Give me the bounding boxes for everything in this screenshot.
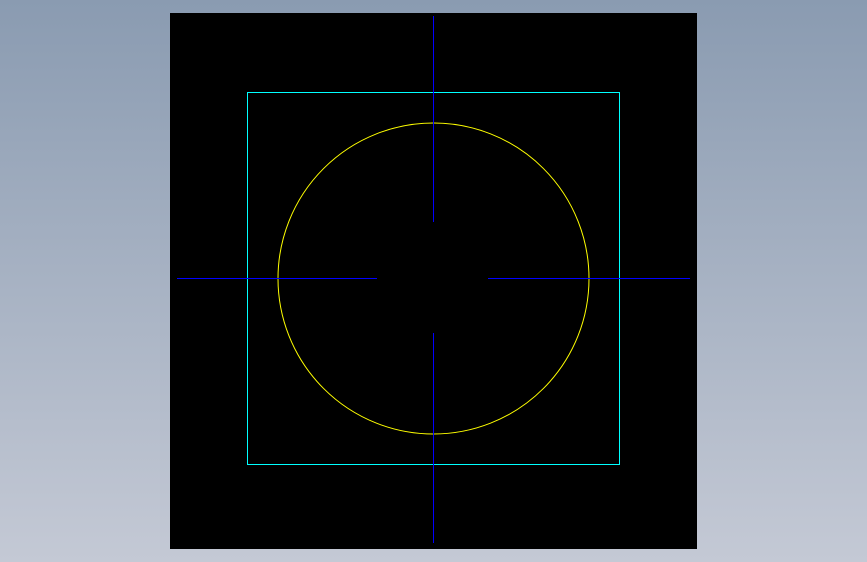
cad-drawing-canvas[interactable]: [170, 13, 697, 549]
cad-viewport[interactable]: [170, 13, 697, 549]
